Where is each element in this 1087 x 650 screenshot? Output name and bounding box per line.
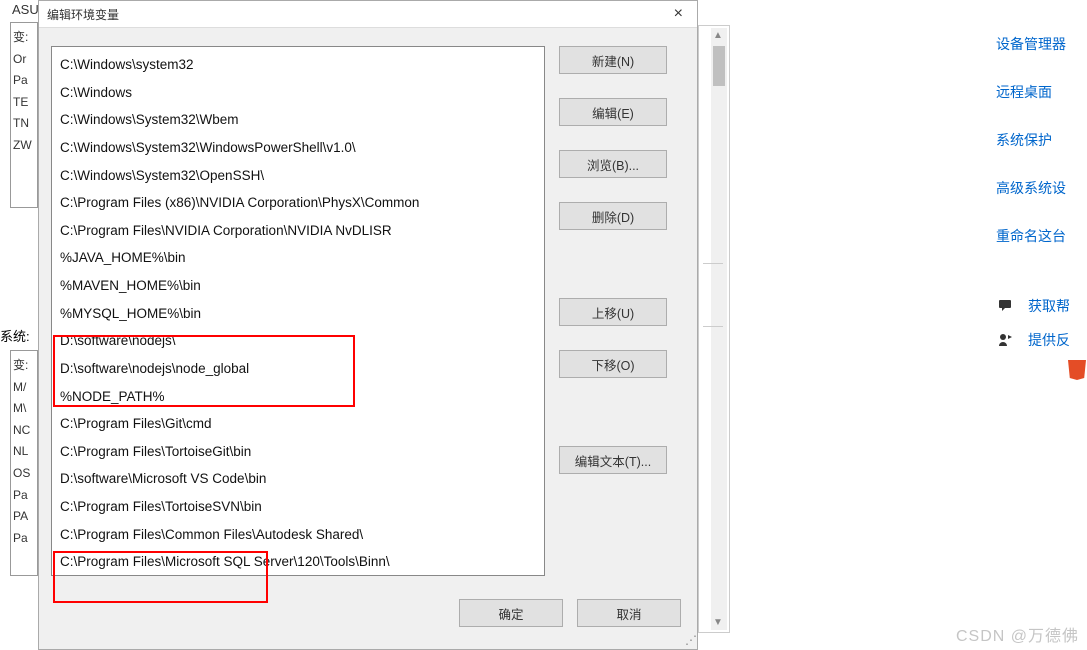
new-button[interactable]: 新建(N) xyxy=(559,46,667,74)
link-feedback[interactable]: 提供反 xyxy=(1028,330,1070,350)
list-item[interactable]: D:\software\nodejs\ xyxy=(52,327,544,355)
link-device-manager[interactable]: 设备管理器 xyxy=(996,34,1086,54)
resize-grip-icon[interactable]: ⋰ xyxy=(685,633,695,647)
scrollbar-thumb[interactable] xyxy=(713,46,725,86)
html5-icon xyxy=(1068,360,1086,380)
list-item[interactable]: C:\Windows\system32 xyxy=(52,51,544,79)
list-item[interactable]: %NODE_PATH% xyxy=(52,383,544,411)
browse-button[interactable]: 浏览(B)... xyxy=(559,150,667,178)
feedback-icon xyxy=(998,332,1014,348)
link-system-protection[interactable]: 系统保护 xyxy=(996,130,1086,150)
edit-button[interactable]: 编辑(E) xyxy=(559,98,667,126)
bg-labels-2: 变: M/ M\ NC NL OS Pa PA Pa xyxy=(11,351,37,549)
watermark: CSDN @万德佛 xyxy=(956,622,1079,646)
link-get-help[interactable]: 获取帮 xyxy=(1028,296,1070,316)
bg-sys-label: 系统: xyxy=(0,326,38,345)
bg-box-top: 变: Or Pa TE TN ZW xyxy=(10,22,38,208)
list-item[interactable]: %JAVA_HOME%\bin xyxy=(52,244,544,272)
list-item[interactable]: C:\Program Files\TortoiseGit\bin xyxy=(52,438,544,466)
scrollbar[interactable] xyxy=(711,28,727,630)
separator xyxy=(703,326,723,327)
bg-labels-1: 变: Or Pa TE TN ZW xyxy=(11,23,37,157)
bg-box-bottom: 变: M/ M\ NC NL OS Pa PA Pa xyxy=(10,350,38,576)
list-item[interactable]: C:\Windows\System32\WindowsPowerShell\v1… xyxy=(52,134,544,162)
dialog-titlebar: 编辑环境变量 × xyxy=(39,1,697,28)
close-icon[interactable]: × xyxy=(668,5,689,23)
list-item[interactable]: D:\software\Microsoft VS Code\bin xyxy=(52,465,544,493)
move-down-button[interactable]: 下移(O) xyxy=(559,350,667,378)
separator xyxy=(703,263,723,264)
link-remote-desktop[interactable]: 远程桌面 xyxy=(996,82,1086,102)
cancel-button[interactable]: 取消 xyxy=(577,599,681,627)
list-item[interactable]: C:\Windows xyxy=(52,79,544,107)
path-listbox[interactable]: C:\Windows\system32 C:\Windows C:\Window… xyxy=(51,46,545,576)
bg-asus-label: ASU xyxy=(12,2,39,17)
bg-right-panel xyxy=(698,25,730,633)
list-item[interactable]: C:\Program Files\Git\cmd xyxy=(52,410,544,438)
list-item[interactable]: %MAVEN_HOME%\bin xyxy=(52,272,544,300)
help-links: 获取帮 提供反 xyxy=(998,296,1070,350)
list-item[interactable]: %MYSQL_HOME%\bin xyxy=(52,300,544,328)
button-column: 新建(N) 编辑(E) 浏览(B)... 删除(D) 上移(U) 下移(O) 编… xyxy=(559,46,677,576)
list-item[interactable]: D:\software\nodejs\node_global xyxy=(52,355,544,383)
link-rename-pc[interactable]: 重命名这台 xyxy=(996,226,1086,246)
edit-text-button[interactable]: 编辑文本(T)... xyxy=(559,446,667,474)
dialog-title-text: 编辑环境变量 xyxy=(47,6,119,23)
ok-button[interactable]: 确定 xyxy=(459,599,563,627)
list-item[interactable]: C:\Windows\System32\Wbem xyxy=(52,106,544,134)
list-item[interactable]: C:\Windows\System32\OpenSSH\ xyxy=(52,162,544,190)
edit-env-dialog: 编辑环境变量 × C:\Windows\system32 C:\Windows … xyxy=(38,0,698,650)
related-links: 设备管理器 远程桌面 系统保护 高级系统设 重命名这台 xyxy=(996,34,1086,246)
delete-button[interactable]: 删除(D) xyxy=(559,202,667,230)
list-item[interactable]: C:\Program Files\TortoiseSVN\bin xyxy=(52,493,544,521)
list-item[interactable]: C:\Program Files\Common Files\Autodesk S… xyxy=(52,521,544,549)
list-item[interactable]: C:\Program Files\NVIDIA Corporation\NVID… xyxy=(52,217,544,245)
chat-icon xyxy=(998,298,1014,314)
list-item[interactable]: C:\Program Files (x86)\NVIDIA Corporatio… xyxy=(52,189,544,217)
move-up-button[interactable]: 上移(U) xyxy=(559,298,667,326)
link-advanced-settings[interactable]: 高级系统设 xyxy=(996,178,1086,198)
list-item[interactable]: C:\Program Files\Microsoft SQL Server\12… xyxy=(52,548,544,576)
